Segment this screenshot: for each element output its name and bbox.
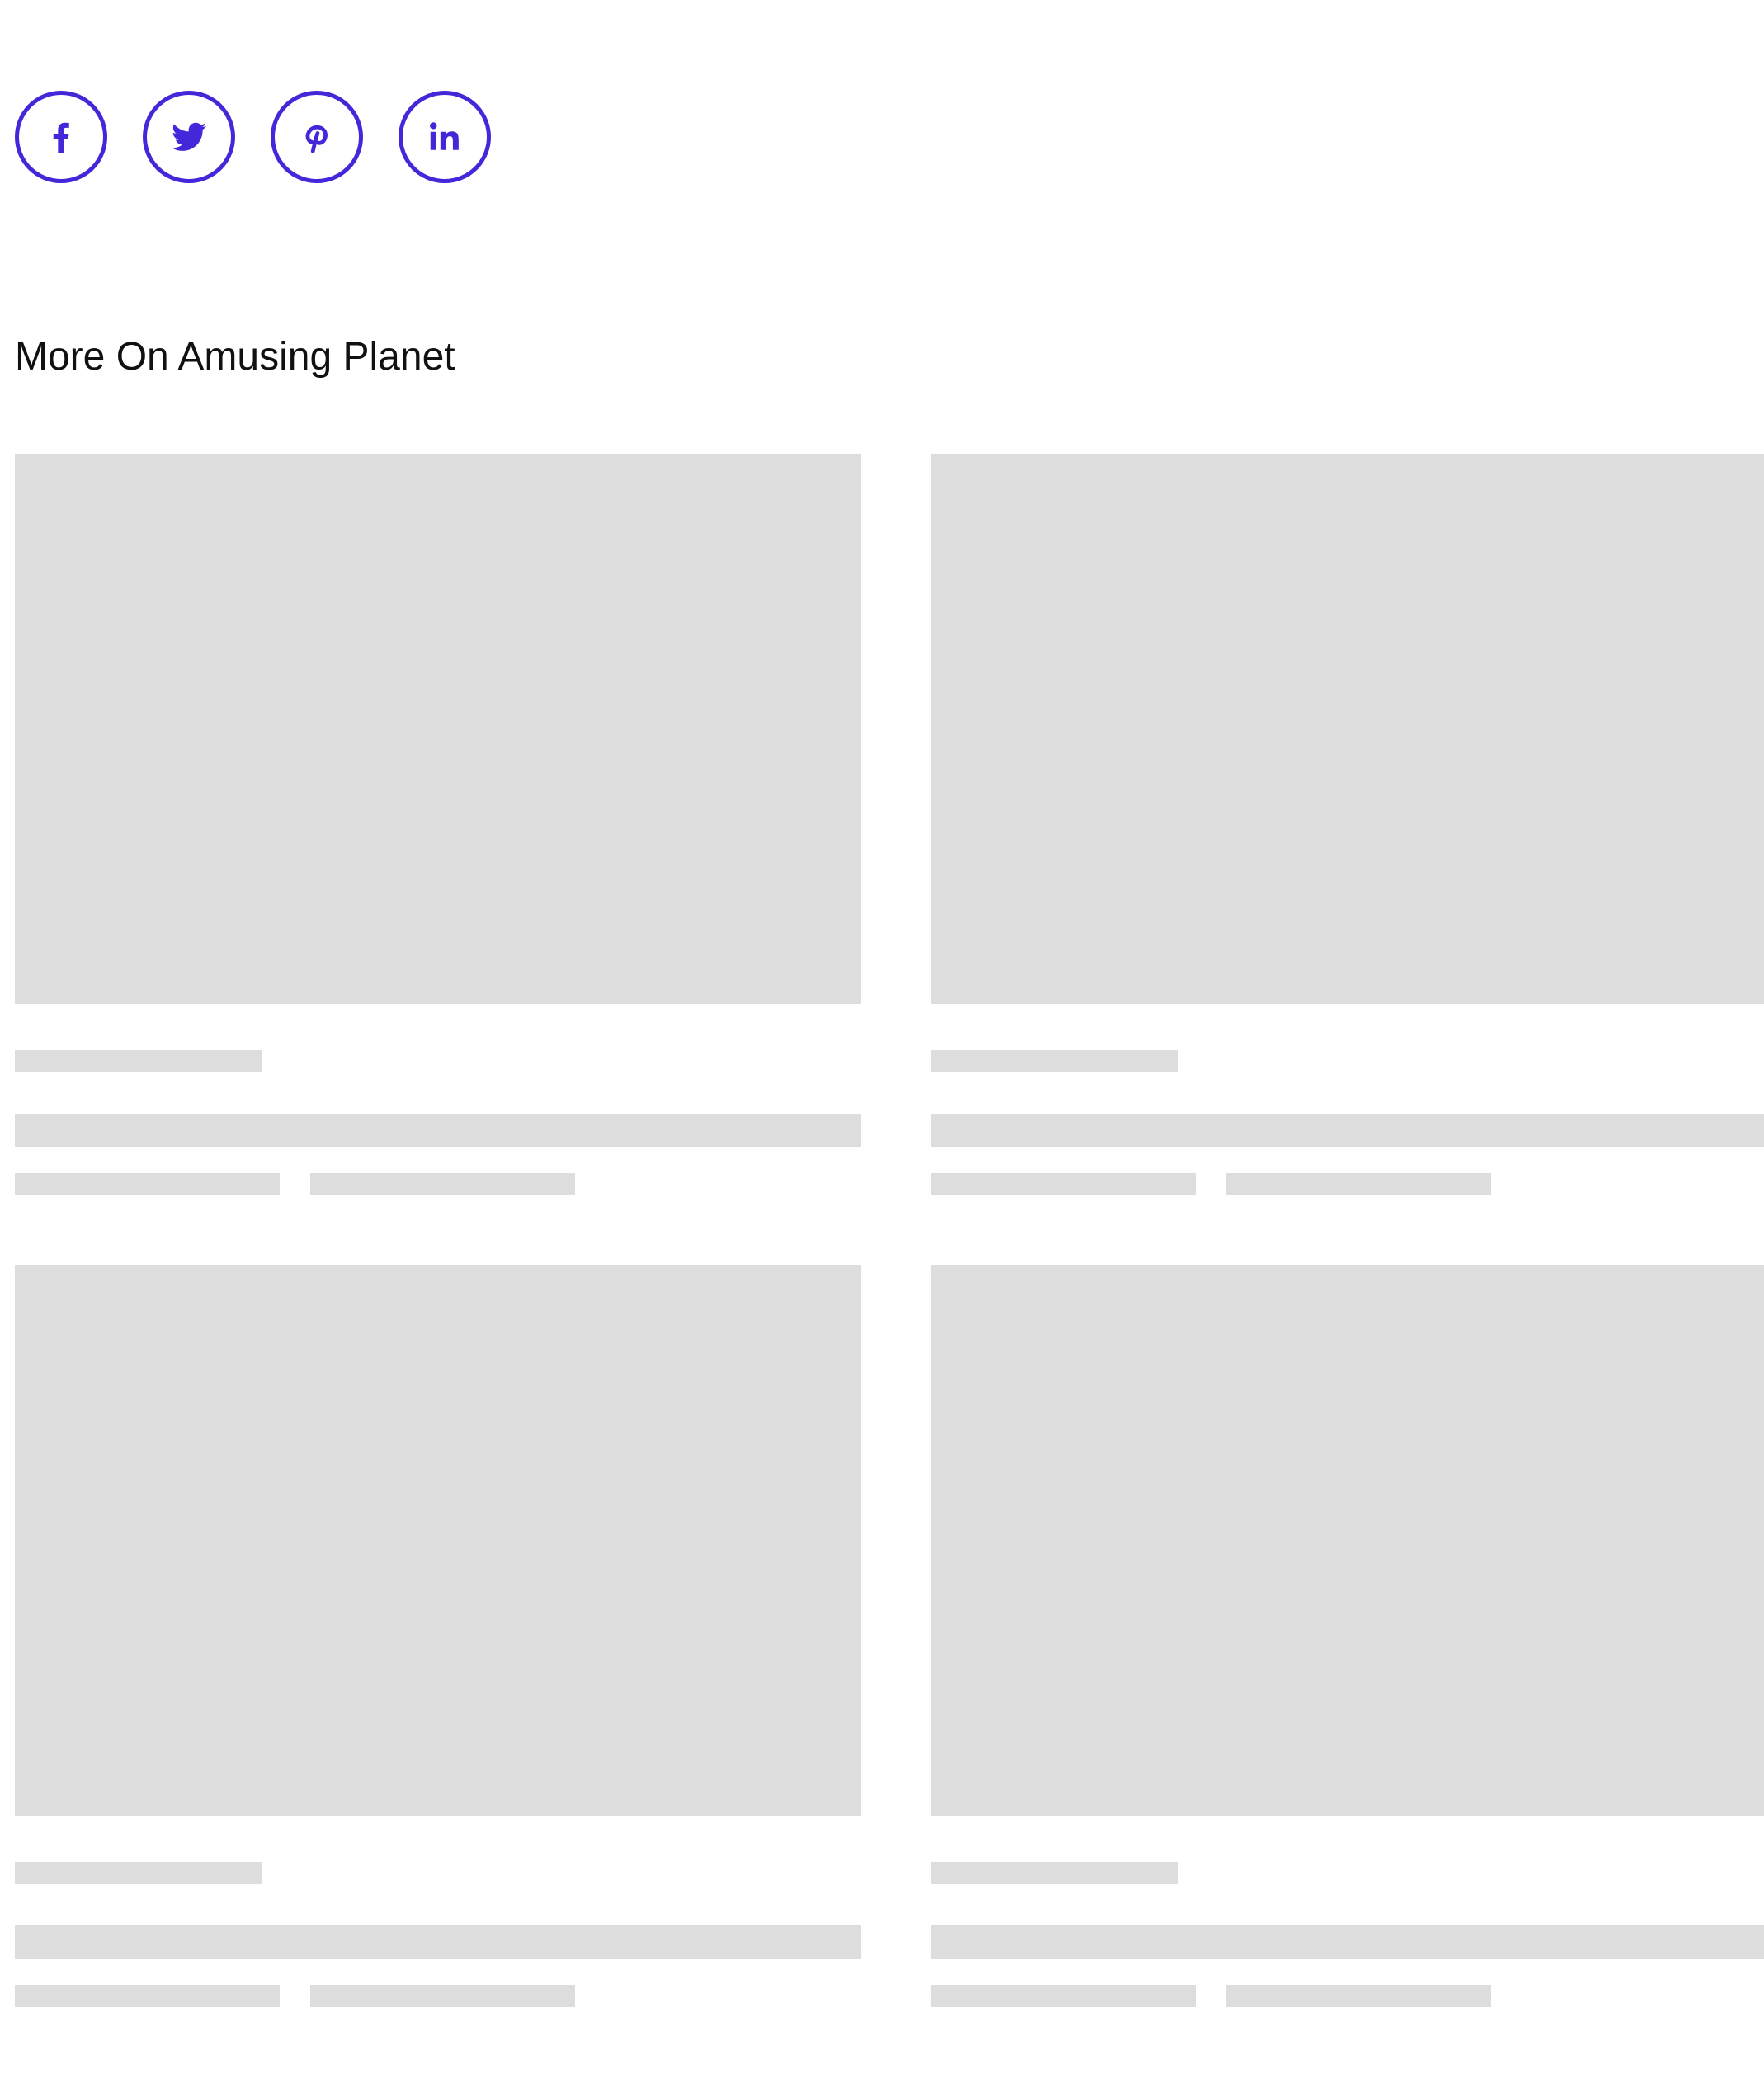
pinterest-icon	[305, 125, 328, 153]
section-title: More On Amusing Planet	[15, 335, 455, 379]
meta-placeholder	[931, 1985, 1196, 2007]
related-card-placeholder	[931, 1265, 1764, 2024]
meta-placeholder	[15, 1173, 280, 1195]
meta-placeholder	[310, 1173, 575, 1195]
facebook-share-button[interactable]	[15, 91, 107, 183]
meta-placeholder	[310, 1985, 575, 2007]
category-placeholder	[15, 1862, 262, 1884]
facebook-icon	[53, 122, 69, 153]
related-card-placeholder	[15, 454, 861, 1213]
category-placeholder	[15, 1050, 262, 1072]
linkedin-share-button[interactable]	[399, 91, 491, 183]
linkedin-icon	[430, 122, 459, 150]
related-card-placeholder	[15, 1265, 861, 2024]
thumbnail-placeholder	[15, 1265, 861, 1816]
thumbnail-placeholder	[931, 1265, 1764, 1816]
twitter-icon	[171, 122, 207, 151]
meta-placeholder	[1226, 1173, 1491, 1195]
title-placeholder	[15, 1114, 861, 1147]
title-placeholder	[931, 1114, 1764, 1147]
thumbnail-placeholder	[15, 454, 861, 1004]
twitter-share-button[interactable]	[143, 91, 235, 183]
title-placeholder	[15, 1925, 861, 1959]
meta-placeholder	[1226, 1985, 1491, 2007]
category-placeholder	[931, 1862, 1178, 1884]
title-placeholder	[931, 1925, 1764, 1959]
meta-placeholder	[931, 1173, 1196, 1195]
thumbnail-placeholder	[931, 454, 1764, 1004]
category-placeholder	[931, 1050, 1178, 1072]
meta-placeholder	[15, 1985, 280, 2007]
pinterest-share-button[interactable]	[271, 91, 363, 183]
related-card-placeholder	[931, 454, 1764, 1213]
